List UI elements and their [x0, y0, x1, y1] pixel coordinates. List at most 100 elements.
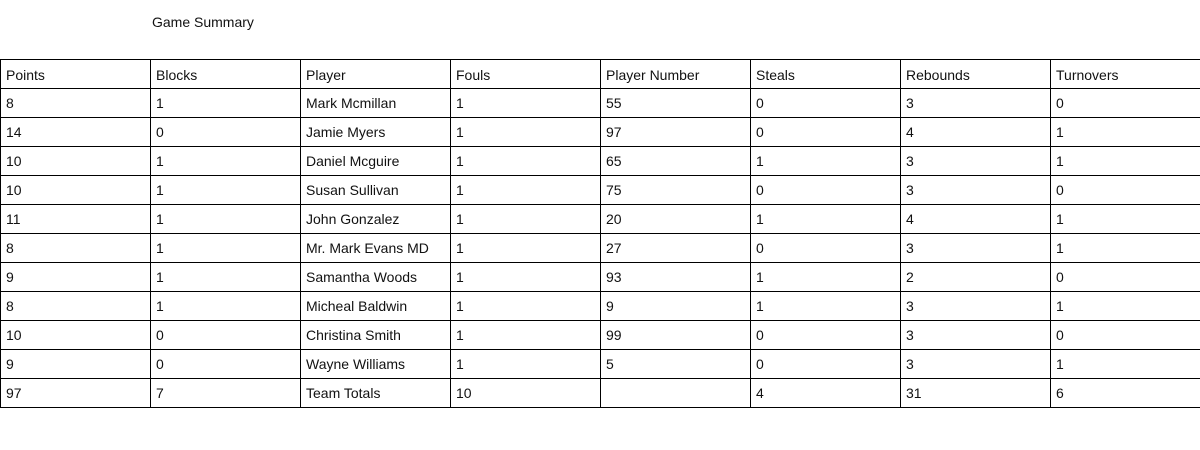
cell-rebounds: 2: [900, 262, 1051, 292]
team-totals-row: 97 7 Team Totals 10 4 31 6: [0, 378, 1200, 408]
cell-blocks: 0: [150, 320, 301, 350]
cell-points: 8: [0, 291, 151, 321]
table-row: 8 1 Micheal Baldwin 1 9 1 3 1: [0, 291, 1200, 321]
column-header-rebounds: Rebounds: [900, 59, 1051, 89]
column-header-points: Points: [0, 59, 151, 89]
cell-points: 10: [0, 320, 151, 350]
cell-player-number: 55: [600, 88, 751, 118]
cell-player: Mark Mcmillan: [300, 88, 451, 118]
cell-turnovers: 0: [1050, 175, 1200, 205]
cell-turnovers: 0: [1050, 262, 1200, 292]
cell-points: 97: [0, 378, 151, 408]
cell-rebounds: 3: [900, 146, 1051, 176]
cell-blocks: 7: [150, 378, 301, 408]
cell-fouls: 1: [450, 117, 601, 147]
cell-player: John Gonzalez: [300, 204, 451, 234]
game-summary-table: Points Blocks Player Fouls Player Number…: [0, 59, 1200, 408]
cell-player-number: 9: [600, 291, 751, 321]
cell-player-number: 75: [600, 175, 751, 205]
cell-player: Micheal Baldwin: [300, 291, 451, 321]
cell-blocks: 1: [150, 233, 301, 263]
cell-points: 10: [0, 175, 151, 205]
cell-rebounds: 3: [900, 349, 1051, 379]
cell-steals: 0: [750, 117, 901, 147]
cell-steals: 1: [750, 291, 901, 321]
cell-player-number: 20: [600, 204, 751, 234]
page-title: Game Summary: [152, 14, 254, 30]
cell-player-number: 99: [600, 320, 751, 350]
cell-player: Daniel Mcguire: [300, 146, 451, 176]
column-header-turnovers: Turnovers: [1050, 59, 1200, 89]
cell-rebounds: 4: [900, 117, 1051, 147]
cell-steals: 0: [750, 233, 901, 263]
table-row: 8 1 Mr. Mark Evans MD 1 27 0 3 1: [0, 233, 1200, 263]
column-header-player: Player: [300, 59, 451, 89]
cell-points: 9: [0, 262, 151, 292]
cell-rebounds: 3: [900, 320, 1051, 350]
cell-blocks: 1: [150, 204, 301, 234]
cell-rebounds: 3: [900, 175, 1051, 205]
cell-points: 10: [0, 146, 151, 176]
cell-turnovers: 0: [1050, 88, 1200, 118]
cell-player: Wayne Williams: [300, 349, 451, 379]
cell-rebounds: 3: [900, 291, 1051, 321]
cell-steals: 0: [750, 88, 901, 118]
cell-fouls: 1: [450, 291, 601, 321]
cell-rebounds: 3: [900, 233, 1051, 263]
cell-rebounds: 31: [900, 378, 1051, 408]
cell-player-number: 97: [600, 117, 751, 147]
cell-player: Christina Smith: [300, 320, 451, 350]
cell-player-number: 93: [600, 262, 751, 292]
cell-player-number: [600, 378, 751, 408]
table-header-row: Points Blocks Player Fouls Player Number…: [0, 59, 1200, 89]
cell-points: 14: [0, 117, 151, 147]
cell-steals: 4: [750, 378, 901, 408]
cell-steals: 1: [750, 204, 901, 234]
cell-steals: 1: [750, 262, 901, 292]
cell-turnovers: 0: [1050, 320, 1200, 350]
cell-steals: 1: [750, 146, 901, 176]
table-row: 10 0 Christina Smith 1 99 0 3 0: [0, 320, 1200, 350]
column-header-player-number: Player Number: [600, 59, 751, 89]
cell-blocks: 1: [150, 291, 301, 321]
cell-turnovers: 1: [1050, 146, 1200, 176]
cell-fouls: 10: [450, 378, 601, 408]
cell-turnovers: 1: [1050, 349, 1200, 379]
table-row: 9 1 Samantha Woods 1 93 1 2 0: [0, 262, 1200, 292]
cell-blocks: 0: [150, 117, 301, 147]
cell-turnovers: 1: [1050, 233, 1200, 263]
cell-points: 8: [0, 88, 151, 118]
cell-blocks: 1: [150, 88, 301, 118]
cell-fouls: 1: [450, 349, 601, 379]
cell-blocks: 1: [150, 262, 301, 292]
cell-steals: 0: [750, 175, 901, 205]
cell-blocks: 1: [150, 175, 301, 205]
cell-points: 8: [0, 233, 151, 263]
cell-steals: 0: [750, 320, 901, 350]
table-body: 8 1 Mark Mcmillan 1 55 0 3 0 14 0 Jamie Myers 1 97 0 4…: [0, 88, 1200, 408]
cell-player: Team Totals: [300, 378, 451, 408]
cell-fouls: 1: [450, 262, 601, 292]
cell-player: Jamie Myers: [300, 117, 451, 147]
cell-points: 11: [0, 204, 151, 234]
cell-player: Susan Sullivan: [300, 175, 451, 205]
column-header-blocks: Blocks: [150, 59, 301, 89]
cell-fouls: 1: [450, 204, 601, 234]
table-row: 10 1 Daniel Mcguire 1 65 1 3 1: [0, 146, 1200, 176]
cell-steals: 0: [750, 349, 901, 379]
cell-rebounds: 3: [900, 88, 1051, 118]
cell-blocks: 1: [150, 146, 301, 176]
cell-turnovers: 1: [1050, 117, 1200, 147]
table-row: 9 0 Wayne Williams 1 5 0 3 1: [0, 349, 1200, 379]
cell-player-number: 27: [600, 233, 751, 263]
cell-blocks: 0: [150, 349, 301, 379]
table-row: 10 1 Susan Sullivan 1 75 0 3 0: [0, 175, 1200, 205]
cell-fouls: 1: [450, 320, 601, 350]
table-row: 14 0 Jamie Myers 1 97 0 4 1: [0, 117, 1200, 147]
cell-rebounds: 4: [900, 204, 1051, 234]
cell-player-number: 5: [600, 349, 751, 379]
table-row: 8 1 Mark Mcmillan 1 55 0 3 0: [0, 88, 1200, 118]
cell-fouls: 1: [450, 175, 601, 205]
column-header-fouls: Fouls: [450, 59, 601, 89]
cell-fouls: 1: [450, 88, 601, 118]
